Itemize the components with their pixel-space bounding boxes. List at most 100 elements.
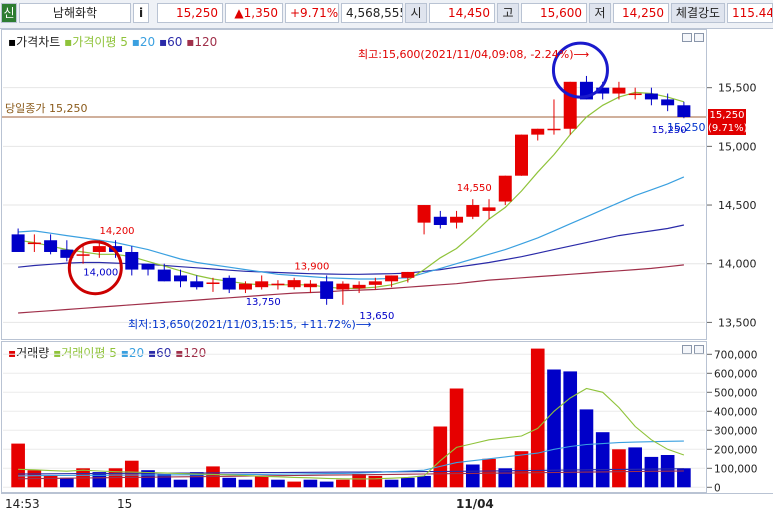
candle-body [92,246,106,252]
volume-y-tick-label: 700,000 [714,349,757,361]
volume-bar [173,479,188,488]
volume-y-tick-label: 500,000 [714,387,757,399]
x-label-time: 14:53 [5,497,40,511]
candle-body [563,81,577,129]
volume-bar [401,477,415,488]
volume-bar [628,447,642,488]
stock-name-field[interactable]: 남해화학 [19,3,131,23]
candle-body [336,283,350,290]
volume-bar [368,475,383,488]
prev-close-label: 당일종가 15,250 [5,102,88,115]
volume-y-tick-label: 600,000 [714,368,757,380]
candle-body [677,105,691,118]
volume-bar [417,475,431,488]
price-y-tick-label: 14,000 [718,258,757,271]
candle-body [11,234,25,252]
volume-bar [514,451,529,488]
volume-bar [336,479,350,488]
x-label-15: 15 [117,497,133,511]
volume-bar [449,388,464,488]
high-label: 고 [497,3,519,23]
price-change: ▲1,350 [225,3,283,23]
volume-bar [644,456,659,488]
candle-body [174,275,187,282]
volume-y-tick-label: 0 [714,482,721,493]
price-y-tick-label: 13,500 [718,316,757,329]
candle-body [531,128,545,135]
last-value-label: 15,250 [667,121,706,134]
open-label: 시 [405,3,427,23]
candle-body [385,275,399,282]
volume-bar [11,443,25,488]
price-change-pct: +9.71% [285,3,339,23]
price-y-tick-label: 14,500 [718,199,757,212]
volume-bar [595,432,610,488]
current-price: 15,250 [157,3,223,23]
candle-body [222,277,236,290]
volume-bar [303,479,318,488]
volume-bar [384,479,399,488]
volume-bar [530,348,545,488]
high-price: 15,600 [521,3,587,23]
high-note: 최고:15,600(2021/11/04,09:08, -2.24%)⟶ [358,48,590,61]
price-chart-svg: 13,500 14,000 14,500 15,000 15,500 14,200 14,0… [2,41,757,329]
current-price-tag: 15,250 (9.71%) [708,109,748,135]
volume-bar [92,472,107,488]
price-y-tick-label: 15,000 [718,140,757,153]
volume-bar [238,479,253,488]
volume-bar [465,464,480,488]
low-label: 저 [589,3,611,23]
volume-bar [222,477,237,488]
candle-body [76,254,90,256]
candle-body [271,283,285,286]
candle-body [628,93,642,96]
candle-body [515,134,528,176]
volume-bar [254,475,269,488]
candle-body [547,128,561,131]
x-axis: 14:53 15 11/04 [1,493,773,516]
volume-bar [579,409,594,488]
candle-body [498,175,512,202]
volume-bar [60,477,74,488]
volume-bar [271,479,285,488]
candle-body [417,205,431,223]
candle-body [141,263,155,270]
low-price: 14,250 [613,3,669,23]
volume-bar [287,481,301,488]
price-annotation-label: 14,200 [100,226,135,237]
price-annotation-label: 13,900 [294,261,329,272]
candle-body [466,205,480,217]
current-price-tag-value: 15,250 [709,110,745,121]
volume-y-tick-label: 100,000 [714,463,757,475]
candle-body [238,283,252,290]
market-badge: 신 [1,3,17,23]
volume-y-tick-label: 200,000 [714,444,757,456]
candle-body [287,280,301,288]
candle-body [482,207,496,211]
candle-body [255,281,269,288]
price-y-tick-label: 15,500 [718,82,757,95]
open-price: 14,450 [429,3,495,23]
stock-header-bar: 신 남해화학 i 15,250 ▲1,350 +9.71% 4,568,555 … [0,0,773,29]
candle-body [303,283,317,288]
current-price-tag-pct: (9.71%) [708,123,748,134]
low-note: 최저:13,650(2021/11/03,15:15, +11.72%)⟶ [128,318,372,331]
candle-body [661,99,675,106]
x-label-date: 11/04 [456,497,494,511]
trade-volume: 4,568,555 [341,3,403,23]
volume-bar [612,449,626,488]
volume-bar [157,474,172,488]
volume-y-tick-label: 300,000 [714,425,757,437]
volume-bar [43,475,58,488]
volume-bar [319,481,334,488]
price-ma5-line [18,91,685,289]
volume-bar [352,474,366,488]
candle-body [320,281,334,299]
candle-body [401,271,415,278]
strength-label: 체결강도 [671,3,725,23]
info-button[interactable]: i [133,3,149,23]
candle-body [433,216,447,225]
volume-y-tick-label: 400,000 [714,406,757,418]
price-annotation-label: 13,750 [246,297,281,308]
price-annotation-label: 14,000 [83,268,118,279]
